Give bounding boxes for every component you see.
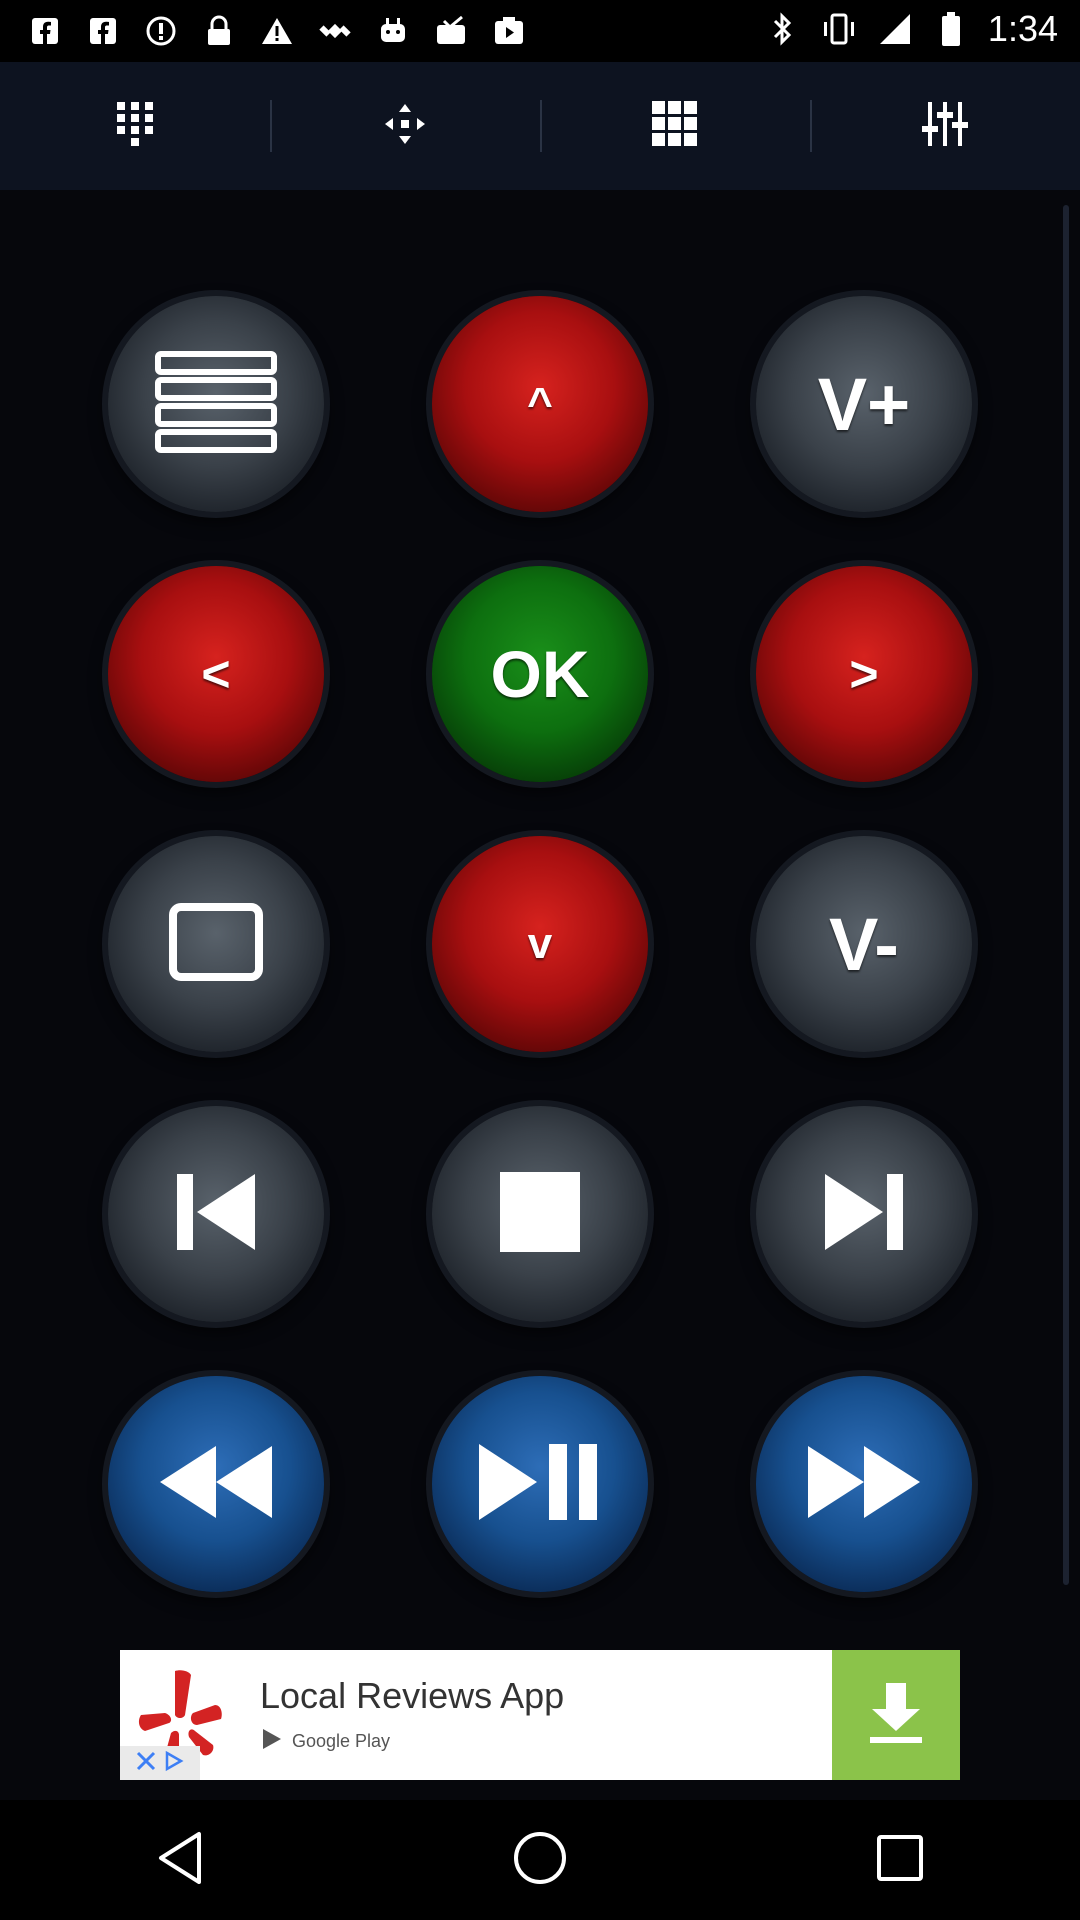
ad-text: Local Reviews App Google Play [240, 1675, 832, 1756]
stop-button[interactable] [432, 1106, 648, 1322]
menu-button[interactable] [108, 296, 324, 512]
recents-icon [875, 1833, 925, 1888]
next-button[interactable] [756, 1106, 972, 1322]
fast-forward-icon [804, 1442, 924, 1527]
down-button[interactable]: v [432, 836, 648, 1052]
up-label: ^ [527, 379, 553, 428]
close-icon [135, 1748, 157, 1779]
volume-down-button[interactable]: V- [756, 836, 972, 1052]
ad-banner[interactable]: Local Reviews App Google Play [120, 1650, 960, 1780]
google-play-icon [260, 1727, 284, 1756]
square-outline-icon [168, 902, 264, 987]
ok-label: OK [490, 637, 590, 711]
menu-lines-icon [154, 350, 278, 459]
rewind-icon [156, 1442, 276, 1527]
skip-previous-icon [171, 1170, 261, 1259]
volume-up-label: V+ [817, 362, 911, 446]
download-icon [868, 1681, 924, 1750]
back-icon [155, 1830, 205, 1891]
skip-next-icon [819, 1170, 909, 1259]
stop-icon [500, 1171, 580, 1257]
ad-store-label: Google Play [292, 1730, 391, 1751]
right-button[interactable]: > [756, 566, 972, 782]
play-pause-button[interactable] [432, 1376, 648, 1592]
home-icon [512, 1830, 568, 1891]
back-button[interactable] [120, 1800, 240, 1920]
volume-up-button[interactable]: V+ [756, 296, 972, 512]
ad-download-button[interactable] [832, 1650, 960, 1780]
previous-button[interactable] [108, 1106, 324, 1322]
right-label: > [849, 646, 879, 702]
down-label: v [527, 919, 553, 968]
play-pause-icon [475, 1440, 605, 1529]
recents-button[interactable] [840, 1800, 960, 1920]
ad-store: Google Play [260, 1727, 832, 1756]
rewind-button[interactable] [108, 1376, 324, 1592]
ad-close-button[interactable] [120, 1746, 200, 1780]
left-button[interactable]: < [108, 566, 324, 782]
screen-button[interactable] [108, 836, 324, 1052]
ok-button[interactable]: OK [432, 566, 648, 782]
navigation-bar [0, 1800, 1080, 1920]
left-label: < [201, 646, 231, 702]
volume-down-label: V- [829, 902, 899, 986]
up-button[interactable]: ^ [432, 296, 648, 512]
ad-title: Local Reviews App [260, 1674, 565, 1716]
fast-forward-button[interactable] [756, 1376, 972, 1592]
home-button[interactable] [480, 1800, 600, 1920]
adchoices-icon [163, 1748, 185, 1779]
remote-button-grid: ^ V+ < OK > v V- [0, 0, 1080, 1700]
